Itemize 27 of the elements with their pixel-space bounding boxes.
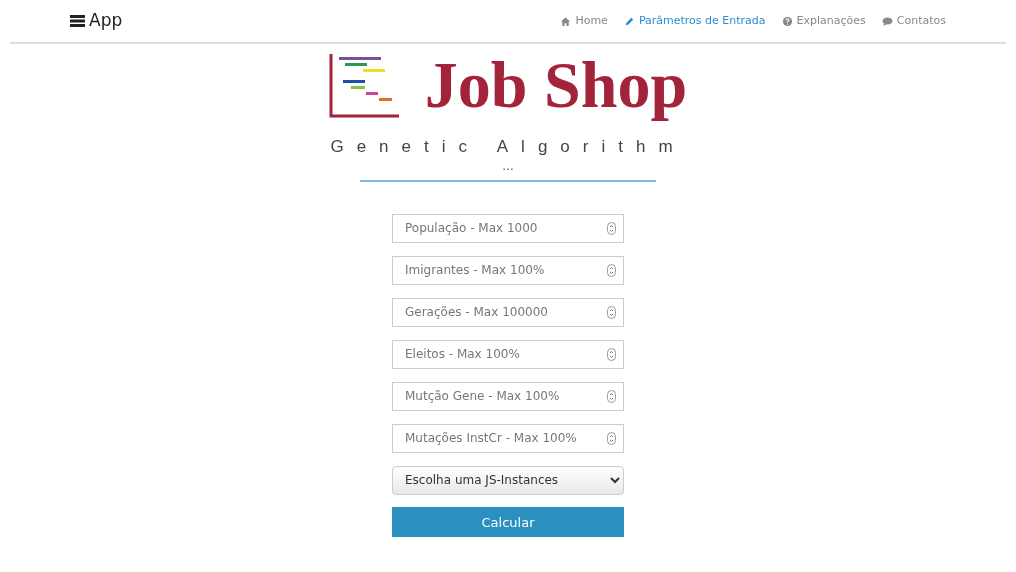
number-field[interactable]: Gerações - Max 100000	[392, 297, 624, 327]
nav-link[interactable]: Explanações	[781, 12, 866, 30]
server-icon	[70, 15, 85, 27]
calculate-button[interactable]: Calcular	[392, 506, 624, 537]
spinner-icon[interactable]	[607, 347, 616, 361]
spinner-icon[interactable]	[607, 431, 616, 445]
brand-name[interactable]: App	[89, 8, 123, 34]
spinner-icon[interactable]	[607, 389, 616, 403]
number-field[interactable]: Eleitos - Max 100%	[392, 339, 624, 369]
gantt-chart-icon	[328, 52, 401, 118]
nav-link[interactable]: Parâmetros de Entrada	[623, 12, 766, 30]
speech-bubble-icon	[881, 15, 893, 27]
subtitle: Genetic Algorithm	[330, 136, 686, 158]
spinner-icon[interactable]	[607, 221, 616, 235]
spinner-icon[interactable]	[607, 305, 616, 319]
select-field[interactable]: Escolha uma JS-Instances	[392, 465, 624, 495]
spinner-icon[interactable]	[607, 263, 616, 277]
number-field[interactable]: Mutações InstCr - Max 100%	[392, 423, 624, 453]
nav-link[interactable]: Home	[560, 12, 608, 30]
question-icon	[781, 15, 793, 27]
number-field[interactable]: Imigrantes - Max 100%	[392, 255, 624, 285]
ellipsis-text: ...	[502, 159, 514, 172]
home-icon	[560, 15, 572, 27]
nav-link[interactable]: Contatos	[881, 12, 946, 30]
number-field[interactable]: Mutção Gene - Max 100%	[392, 381, 624, 411]
pencil-icon	[623, 15, 635, 27]
number-field[interactable]: População - Max 1000	[392, 213, 624, 243]
